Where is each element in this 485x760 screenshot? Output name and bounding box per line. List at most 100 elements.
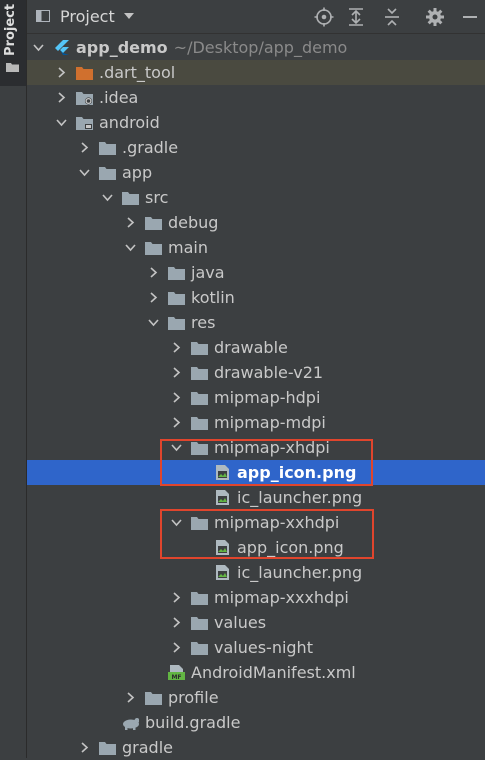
tree-item-label: values-night bbox=[214, 635, 313, 660]
tree-item-name: mipmap-xxxhdpi bbox=[214, 588, 349, 607]
idea-folder-icon bbox=[76, 92, 93, 105]
view-title[interactable]: Project bbox=[60, 7, 115, 26]
chevron-right-icon[interactable] bbox=[79, 742, 90, 753]
tree-row[interactable]: mipmap-xxxhdpi bbox=[27, 585, 485, 610]
tree-row[interactable]: mipmap-hdpi bbox=[27, 385, 485, 410]
tree-row[interactable]: values-night bbox=[27, 635, 485, 660]
tree-item-name: drawable bbox=[214, 338, 288, 357]
tree-item-name: values-night bbox=[214, 638, 313, 657]
locate-icon[interactable] bbox=[313, 6, 335, 28]
folder-icon bbox=[191, 617, 208, 630]
tree-row[interactable]: app bbox=[27, 160, 485, 185]
folder-icon bbox=[191, 592, 208, 605]
tree-item-label: app bbox=[122, 160, 152, 185]
chevron-down-icon[interactable] bbox=[125, 242, 136, 253]
tree-row[interactable]: .gradle bbox=[27, 135, 485, 160]
tree-item-label: java bbox=[191, 260, 225, 285]
tree-item-name: main bbox=[168, 238, 208, 257]
minimize-icon[interactable] bbox=[461, 9, 479, 25]
tree-row[interactable]: mipmap-mdpi bbox=[27, 410, 485, 435]
chevron-right-icon[interactable] bbox=[171, 342, 182, 353]
tree-item-label: build.gradle bbox=[145, 710, 240, 735]
folder-icon bbox=[191, 342, 208, 355]
tree-row[interactable]: values bbox=[27, 610, 485, 635]
chevron-right-icon[interactable] bbox=[171, 617, 182, 628]
chevron-right-icon[interactable] bbox=[56, 92, 67, 103]
chevron-right-icon[interactable] bbox=[171, 417, 182, 428]
folder-icon bbox=[168, 292, 185, 305]
tree-item-name: AndroidManifest.xml bbox=[191, 663, 356, 682]
tree-item-label: drawable bbox=[214, 335, 288, 360]
chevron-down-icon[interactable] bbox=[124, 12, 134, 20]
tree-row[interactable]: res bbox=[27, 310, 485, 335]
chevron-right-icon[interactable] bbox=[171, 642, 182, 653]
tree-item-label: gradle bbox=[122, 735, 173, 760]
collapse-all-icon[interactable] bbox=[381, 6, 403, 28]
tree-item-name: mipmap-mdpi bbox=[214, 413, 326, 432]
chevron-right-icon[interactable] bbox=[56, 67, 67, 78]
chevron-down-icon[interactable] bbox=[79, 167, 90, 178]
tree-row[interactable]: app_demo ~/Desktop/app_demo bbox=[27, 35, 485, 60]
folder-icon bbox=[99, 742, 116, 755]
project-tool-tab[interactable]: Project bbox=[0, 0, 26, 86]
tree-item-label: android bbox=[99, 110, 160, 135]
tree-row[interactable]: MF AndroidManifest.xml bbox=[27, 660, 485, 685]
tree-row[interactable]: ic_launcher.png bbox=[27, 485, 485, 510]
folder-icon bbox=[99, 167, 116, 180]
chevron-down-icon[interactable] bbox=[33, 42, 44, 53]
gear-icon[interactable] bbox=[424, 6, 446, 28]
chevron-down-icon[interactable] bbox=[102, 192, 113, 203]
tree-item-name: app_demo bbox=[76, 38, 168, 57]
chevron-down-icon[interactable] bbox=[148, 317, 159, 328]
annotation-box-xhdpi bbox=[160, 439, 373, 486]
tree-item-name: kotlin bbox=[191, 288, 235, 307]
module-folder-icon bbox=[76, 117, 93, 130]
expand-all-icon[interactable] bbox=[345, 6, 367, 28]
tree-item-label: mipmap-xxxhdpi bbox=[214, 585, 349, 610]
tree-row[interactable]: android bbox=[27, 110, 485, 135]
folder-icon bbox=[145, 242, 162, 255]
chevron-right-icon[interactable] bbox=[171, 592, 182, 603]
chevron-right-icon[interactable] bbox=[79, 142, 90, 153]
tree-row[interactable]: gradle bbox=[27, 735, 485, 760]
chevron-down-icon[interactable] bbox=[56, 117, 67, 128]
chevron-right-icon[interactable] bbox=[125, 692, 136, 703]
tree-row[interactable]: kotlin bbox=[27, 285, 485, 310]
tree-row[interactable]: drawable bbox=[27, 335, 485, 360]
tree-row[interactable]: .idea bbox=[27, 85, 485, 110]
tree-row[interactable]: ic_launcher.png bbox=[27, 560, 485, 585]
project-view-icon bbox=[36, 10, 50, 22]
tree-item-name: .dart_tool bbox=[99, 63, 176, 82]
flutter-icon bbox=[55, 40, 69, 55]
chevron-right-icon[interactable] bbox=[125, 217, 136, 228]
tree-item-label: src bbox=[145, 185, 168, 210]
tree-item-name: app bbox=[122, 163, 153, 182]
tree-item-label: kotlin bbox=[191, 285, 235, 310]
tree-row[interactable]: java bbox=[27, 260, 485, 285]
tree-item-name: drawable-v21 bbox=[214, 363, 324, 382]
tree-row[interactable]: build.gradle bbox=[27, 710, 485, 735]
folder-icon bbox=[191, 417, 208, 430]
folder-icon bbox=[99, 142, 116, 155]
chevron-right-icon[interactable] bbox=[148, 267, 159, 278]
chevron-right-icon[interactable] bbox=[171, 367, 182, 378]
tree-item-label: main bbox=[168, 235, 208, 260]
tree-item-label: mipmap-mdpi bbox=[214, 410, 326, 435]
tree-item-label: mipmap-hdpi bbox=[214, 385, 320, 410]
project-path: ~/Desktop/app_demo bbox=[173, 38, 348, 57]
chevron-right-icon[interactable] bbox=[171, 392, 182, 403]
folder-icon bbox=[168, 317, 185, 330]
tree-row[interactable]: .dart_tool bbox=[27, 60, 485, 85]
folder-icon bbox=[168, 267, 185, 280]
manifest-file-icon: MF bbox=[168, 665, 185, 680]
tree-row[interactable]: debug bbox=[27, 210, 485, 235]
folder-icon bbox=[6, 63, 19, 72]
tree-row[interactable]: drawable-v21 bbox=[27, 360, 485, 385]
tool-window-strip: Project bbox=[0, 0, 27, 758]
tree-item-label: .idea bbox=[99, 85, 138, 110]
tree-item-label: drawable-v21 bbox=[214, 360, 323, 385]
tree-row[interactable]: main bbox=[27, 235, 485, 260]
chevron-right-icon[interactable] bbox=[148, 292, 159, 303]
tree-row[interactable]: src bbox=[27, 185, 485, 210]
tree-row[interactable]: profile bbox=[27, 685, 485, 710]
